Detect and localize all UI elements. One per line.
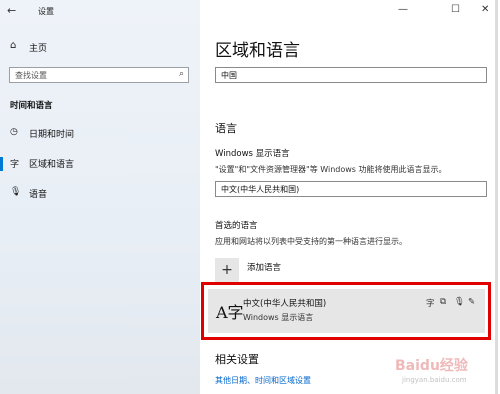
search-icon[interactable]: ⌕ bbox=[179, 69, 184, 79]
languages-heading: 语言 bbox=[215, 122, 237, 135]
minimize-button[interactable]: — bbox=[398, 4, 408, 15]
display-language-description: "设置"和"文件资源管理器"等 Windows 功能将使用此语言显示。 bbox=[215, 165, 447, 174]
related-settings-title: 相关设置 bbox=[215, 353, 259, 366]
window-controls: — ☐ ✕ bbox=[398, 4, 498, 18]
window-title: 设置 bbox=[38, 7, 54, 16]
preferred-languages-label: 首选的语言 bbox=[215, 221, 258, 231]
calendar-clock-icon: ◷ bbox=[10, 127, 18, 137]
add-language-label: 添加语言 bbox=[247, 263, 282, 273]
nav-home-label: 主页 bbox=[29, 44, 48, 54]
sidebar-item-label: 日期和时间 bbox=[29, 130, 75, 140]
scrollbar[interactable] bbox=[495, 0, 498, 394]
highlight-annotation bbox=[201, 282, 491, 340]
plus-icon: + bbox=[215, 258, 239, 282]
microphone-icon: 🎙 bbox=[10, 187, 22, 197]
sidebar: ← 设置 ⌂ 主页 查找设置 ⌕ 时间和语言 ◷ 日期和时间 字 区域和语言 🎙… bbox=[0, 0, 200, 394]
home-icon: ⌂ bbox=[10, 40, 17, 51]
sidebar-section-title: 时间和语言 bbox=[10, 101, 53, 111]
search-placeholder: 查找设置 bbox=[15, 71, 47, 80]
watermark-url: jingyan.baidu.com bbox=[402, 376, 467, 384]
related-settings-link[interactable]: 其他日期、时间和区域设置 bbox=[215, 375, 311, 386]
back-arrow-icon[interactable]: ← bbox=[7, 4, 16, 17]
active-indicator bbox=[0, 157, 3, 171]
sidebar-item-label: 区域和语言 bbox=[29, 160, 75, 170]
search-input[interactable]: 查找设置 ⌕ bbox=[9, 67, 189, 83]
close-button[interactable]: ✕ bbox=[481, 4, 489, 15]
display-language-label: Windows 显示语言 bbox=[215, 149, 290, 159]
maximize-button[interactable]: ☐ bbox=[451, 4, 460, 15]
sidebar-item-label: 语音 bbox=[29, 190, 48, 200]
page-title: 区域和语言 bbox=[215, 41, 300, 61]
region-select[interactable]: 中国 bbox=[215, 67, 487, 83]
watermark-logo: Baidu经验 bbox=[395, 358, 468, 374]
region-value: 中国 bbox=[221, 71, 237, 80]
display-language-select[interactable]: 中文(中华人民共和国) bbox=[215, 181, 487, 197]
language-icon: 字 bbox=[10, 160, 20, 170]
display-language-value: 中文(中华人民共和国) bbox=[221, 185, 300, 194]
preferred-languages-description: 应用和网站将以列表中受支持的第一种语言进行显示。 bbox=[215, 237, 407, 246]
